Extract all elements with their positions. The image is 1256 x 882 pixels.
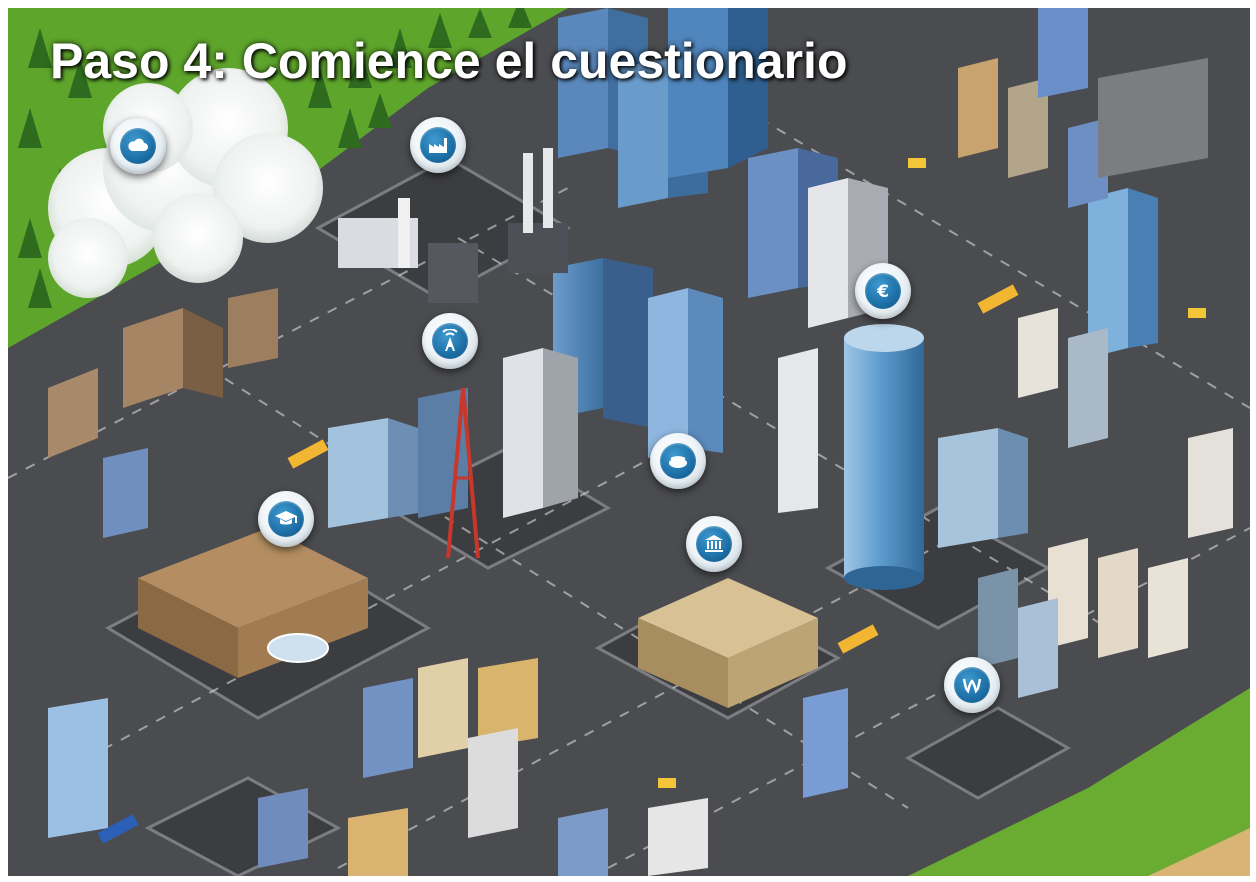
network-hotspot[interactable] (650, 433, 706, 489)
graduation-hotspot[interactable] (258, 491, 314, 547)
water-hotspot[interactable] (944, 657, 1000, 713)
cloud-icon (128, 138, 148, 151)
antenna-icon (442, 329, 458, 351)
cloud-hotspot[interactable] (110, 118, 166, 174)
factory-hotspot[interactable] (410, 117, 466, 173)
isometric-city-illustration (8, 8, 1250, 876)
graduation-cap-icon (275, 511, 297, 525)
water-icon (962, 678, 982, 694)
government-building-icon (705, 535, 723, 552)
city-map: Paso 4: Comience el cuestionario € (8, 8, 1250, 876)
antenna-hotspot[interactable] (422, 313, 478, 369)
svg-text:€: € (876, 282, 889, 302)
euro-icon: € (876, 282, 889, 302)
page-title: Paso 4: Comience el cuestionario (50, 33, 848, 89)
euro-hotspot[interactable]: € (855, 263, 911, 319)
network-icon (669, 456, 687, 468)
factory-icon (429, 138, 447, 153)
government-hotspot[interactable] (686, 516, 742, 572)
